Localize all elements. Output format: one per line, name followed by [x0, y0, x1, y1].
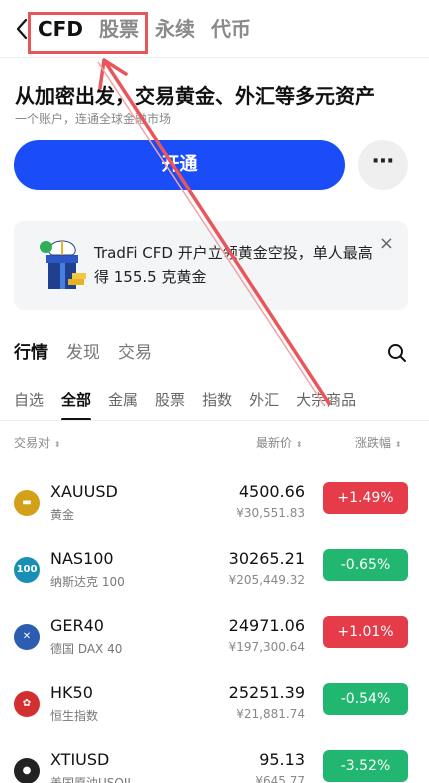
last-price: 95.13 [259, 750, 305, 769]
open-account-button[interactable]: 开通 [14, 140, 345, 190]
page-headline: 从加密出发，交易黄金、外汇等多元资产 [15, 84, 375, 108]
tab-tokens[interactable]: 代币 [211, 14, 251, 44]
instrument-name: 黄金 [50, 508, 75, 522]
nasdaq-icon: 100 [14, 557, 40, 583]
change-badge[interactable]: -0.65% [323, 549, 408, 581]
market-row[interactable]: 100 NAS100 纳斯达克 100 30265.21 ¥205,449.32 -0.6… [0, 541, 429, 609]
fiat-price: ¥21,881.74 [236, 707, 305, 721]
page-subline: 一个账户，连通全球金融市场 [15, 112, 172, 126]
symbol: GER40 [50, 616, 104, 635]
market-row[interactable]: ✕ GER40 德国 DAX 40 24971.06 ¥197,300.64 +1.01% [0, 608, 429, 676]
tab-market[interactable]: 行情 [14, 340, 48, 366]
last-price: 24971.06 [228, 616, 305, 635]
col-header-change[interactable]: 涨跌幅 ⬍ [355, 434, 402, 451]
search-icon[interactable] [387, 343, 407, 363]
instrument-name: 美国原油USOIL [50, 776, 135, 783]
col-header-price[interactable]: 最新价 ⬍ [256, 434, 303, 451]
dax-icon: ✕ [14, 624, 40, 650]
change-badge[interactable]: -3.52% [323, 750, 408, 782]
oil-drop-icon: ● [14, 758, 40, 783]
cat-forex[interactable]: 外汇 [249, 388, 279, 412]
market-row[interactable]: ✿ HK50 恒生指数 25251.39 ¥21,881.74 -0.54% [0, 675, 429, 743]
col-change-label: 涨跌幅 [355, 436, 392, 450]
gold-bar-icon: ▬ [14, 490, 40, 516]
cat-commodities[interactable]: 大宗商品 [296, 388, 356, 412]
cat-metals[interactable]: 金属 [108, 388, 138, 412]
col-pair-label: 交易对 [14, 436, 51, 450]
col-header-pair[interactable]: 交易对 ⬍ [14, 434, 61, 451]
change-badge[interactable]: +1.01% [323, 616, 408, 648]
divider [0, 420, 429, 421]
last-price: 25251.39 [228, 683, 305, 702]
category-tabs: 自选 全部 金属 股票 指数 外汇 大宗商品 [14, 388, 373, 421]
symbol: HK50 [50, 683, 93, 702]
more-options-button[interactable]: ⋯ [358, 140, 408, 190]
tab-perpetual[interactable]: 永续 [155, 14, 195, 44]
fiat-price: ¥205,449.32 [228, 573, 305, 587]
fiat-price: ¥30,551.83 [236, 506, 305, 520]
promo-banner[interactable]: TradFi CFD 开户立领黄金空投，单人最高得 155.5 克黄金 × [14, 221, 408, 310]
col-price-label: 最新价 [256, 436, 293, 450]
section-tabs: 行情 发现 交易 [14, 340, 170, 366]
cat-favorites[interactable]: 自选 [14, 388, 44, 412]
fiat-price: ¥197,300.64 [228, 640, 305, 654]
sort-icon: ⬍ [295, 440, 303, 449]
last-price: 4500.66 [238, 482, 305, 501]
sort-icon: ⬍ [394, 440, 402, 449]
last-price: 30265.21 [228, 549, 305, 568]
close-icon[interactable]: × [379, 233, 394, 254]
cat-stocks[interactable]: 股票 [155, 388, 185, 412]
cat-all[interactable]: 全部 [61, 388, 92, 421]
sort-icon: ⬍ [53, 440, 61, 449]
fiat-price: ¥645.77 [255, 774, 305, 783]
symbol: NAS100 [50, 549, 114, 568]
symbol: XTIUSD [50, 750, 110, 769]
tab-discover[interactable]: 发现 [66, 340, 100, 366]
symbol: XAUUSD [50, 482, 118, 501]
instrument-name: 纳斯达克 100 [50, 575, 125, 589]
tab-trade[interactable]: 交易 [118, 340, 152, 366]
instrument-name: 恒生指数 [50, 709, 99, 723]
change-badge[interactable]: +1.49% [323, 482, 408, 514]
market-row[interactable]: ▬ XAUUSD 黄金 4500.66 ¥30,551.83 +1.49% [0, 474, 429, 542]
change-badge[interactable]: -0.54% [323, 683, 408, 715]
instrument-name: 德国 DAX 40 [50, 642, 123, 656]
cat-indices[interactable]: 指数 [202, 388, 232, 412]
market-row[interactable]: ● XTIUSD 美国原油USOIL 95.13 ¥645.77 -3.52% [0, 742, 429, 783]
hang-seng-icon: ✿ [14, 691, 40, 717]
promo-text: TradFi CFD 开户立领黄金空投，单人最高得 155.5 克黄金 [94, 244, 373, 286]
gift-box-icon [40, 240, 86, 289]
annotation-highlight-box [28, 12, 148, 54]
